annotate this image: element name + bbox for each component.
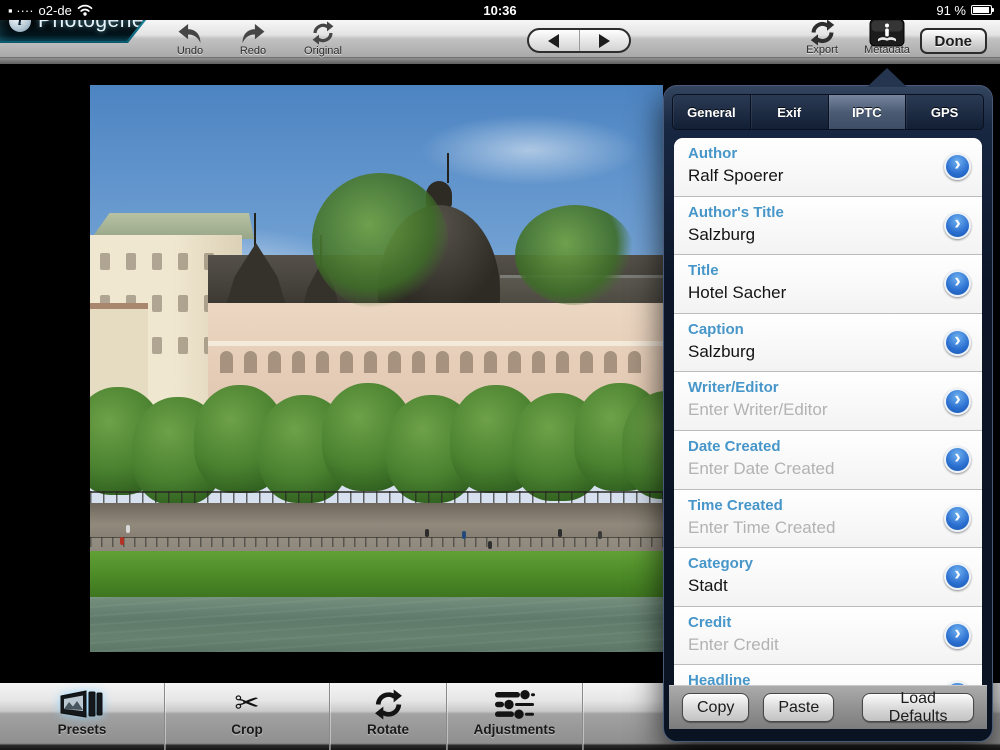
field-row-headline[interactable]: Headline › bbox=[674, 665, 982, 685]
status-right: 91 % bbox=[936, 3, 992, 18]
paste-button[interactable]: Paste bbox=[763, 693, 834, 722]
field-row-authors-title[interactable]: Author's Title Salzburg › bbox=[674, 197, 982, 256]
chevron-right-icon: › bbox=[954, 330, 960, 352]
chevron-right-icon: › bbox=[954, 389, 960, 411]
chevron-right-icon: › bbox=[954, 506, 960, 528]
redo-icon bbox=[240, 22, 266, 44]
field-row-category[interactable]: Category Stadt › bbox=[674, 548, 982, 607]
crop-scissors-icon: ✂ bbox=[234, 686, 259, 722]
metadata-popover: General Exif IPTC GPS Author Ralf Spoere… bbox=[663, 85, 993, 742]
tall-tree-right bbox=[515, 205, 635, 305]
field-row-credit[interactable]: Credit Enter Credit › bbox=[674, 607, 982, 666]
tool-rotate[interactable]: Rotate bbox=[330, 683, 447, 750]
app-screen: ▪ ···· o2-de 10:36 91 % Done i bbox=[0, 0, 1000, 750]
disclosure-button[interactable]: › bbox=[944, 329, 971, 356]
export-icon bbox=[809, 21, 836, 43]
tool-crop[interactable]: ✂ Crop bbox=[165, 683, 330, 750]
toolbar-bottom-strip bbox=[0, 58, 1000, 64]
presets-icon bbox=[59, 686, 105, 722]
field-row-caption[interactable]: Caption Salzburg › bbox=[674, 314, 982, 373]
undo-button[interactable]: Undo bbox=[158, 22, 222, 58]
disclosure-button[interactable]: › bbox=[944, 388, 971, 415]
photo-canvas[interactable] bbox=[90, 85, 663, 652]
popover-action-bar: Copy Paste Load Defaults bbox=[669, 685, 987, 729]
redo-button[interactable]: Redo bbox=[221, 22, 285, 58]
chevron-right-icon: › bbox=[954, 213, 960, 235]
status-bar: ▪ ···· o2-de 10:36 91 % bbox=[0, 0, 1000, 20]
battery-icon bbox=[971, 5, 992, 15]
tab-iptc[interactable]: IPTC bbox=[829, 95, 907, 129]
tab-exif[interactable]: Exif bbox=[751, 95, 829, 129]
original-button[interactable]: Original bbox=[291, 22, 355, 58]
clock: 10:36 bbox=[0, 3, 1000, 18]
tab-gps[interactable]: GPS bbox=[906, 95, 983, 129]
undo-icon bbox=[177, 22, 203, 44]
original-icon bbox=[311, 22, 335, 44]
adjustments-sliders-icon bbox=[493, 686, 536, 722]
metadata-tab-bar: General Exif IPTC GPS bbox=[672, 94, 984, 130]
tool-presets[interactable]: Presets bbox=[0, 683, 165, 750]
export-button[interactable]: Export bbox=[790, 21, 854, 57]
field-row-author[interactable]: Author Ralf Spoerer › bbox=[674, 138, 982, 197]
field-row-date-created[interactable]: Date Created Enter Date Created › bbox=[674, 431, 982, 490]
rotate-icon bbox=[373, 686, 404, 722]
tall-tree bbox=[312, 173, 448, 309]
disclosure-button[interactable]: › bbox=[944, 505, 971, 532]
metadata-button[interactable]: Metadata bbox=[855, 21, 919, 57]
next-photo-button[interactable] bbox=[579, 30, 630, 51]
tab-general[interactable]: General bbox=[673, 95, 751, 129]
field-row-title[interactable]: Title Hotel Sacher › bbox=[674, 255, 982, 314]
load-defaults-button[interactable]: Load Defaults bbox=[862, 693, 974, 722]
arrow-right-icon bbox=[599, 34, 610, 48]
field-row-writer-editor[interactable]: Writer/Editor Enter Writer/Editor › bbox=[674, 372, 982, 431]
disclosure-button[interactable]: › bbox=[944, 622, 971, 649]
lower-railing bbox=[90, 537, 663, 547]
palace-balustrade bbox=[208, 341, 663, 346]
chevron-right-icon: › bbox=[954, 447, 960, 469]
done-button[interactable]: Done bbox=[920, 28, 988, 54]
chevron-right-icon: › bbox=[954, 564, 960, 586]
field-row-time-created[interactable]: Time Created Enter Time Created › bbox=[674, 490, 982, 549]
photo-nav-control[interactable] bbox=[527, 28, 631, 53]
chevron-right-icon: › bbox=[954, 154, 960, 176]
grass-bank bbox=[90, 551, 663, 597]
arrow-left-icon bbox=[548, 34, 559, 48]
popover-pointer bbox=[867, 68, 907, 87]
tool-adjustments[interactable]: Adjustments bbox=[447, 683, 583, 750]
chevron-right-icon: › bbox=[954, 623, 960, 645]
chevron-right-icon: › bbox=[954, 271, 960, 293]
metadata-icon bbox=[869, 21, 905, 43]
iptc-field-list: Author Ralf Spoerer › Author's Title Sal… bbox=[674, 138, 982, 685]
disclosure-button[interactable]: › bbox=[944, 212, 971, 239]
copy-button[interactable]: Copy bbox=[682, 693, 749, 722]
battery-percent: 91 % bbox=[936, 3, 966, 18]
previous-photo-button[interactable] bbox=[529, 30, 579, 51]
